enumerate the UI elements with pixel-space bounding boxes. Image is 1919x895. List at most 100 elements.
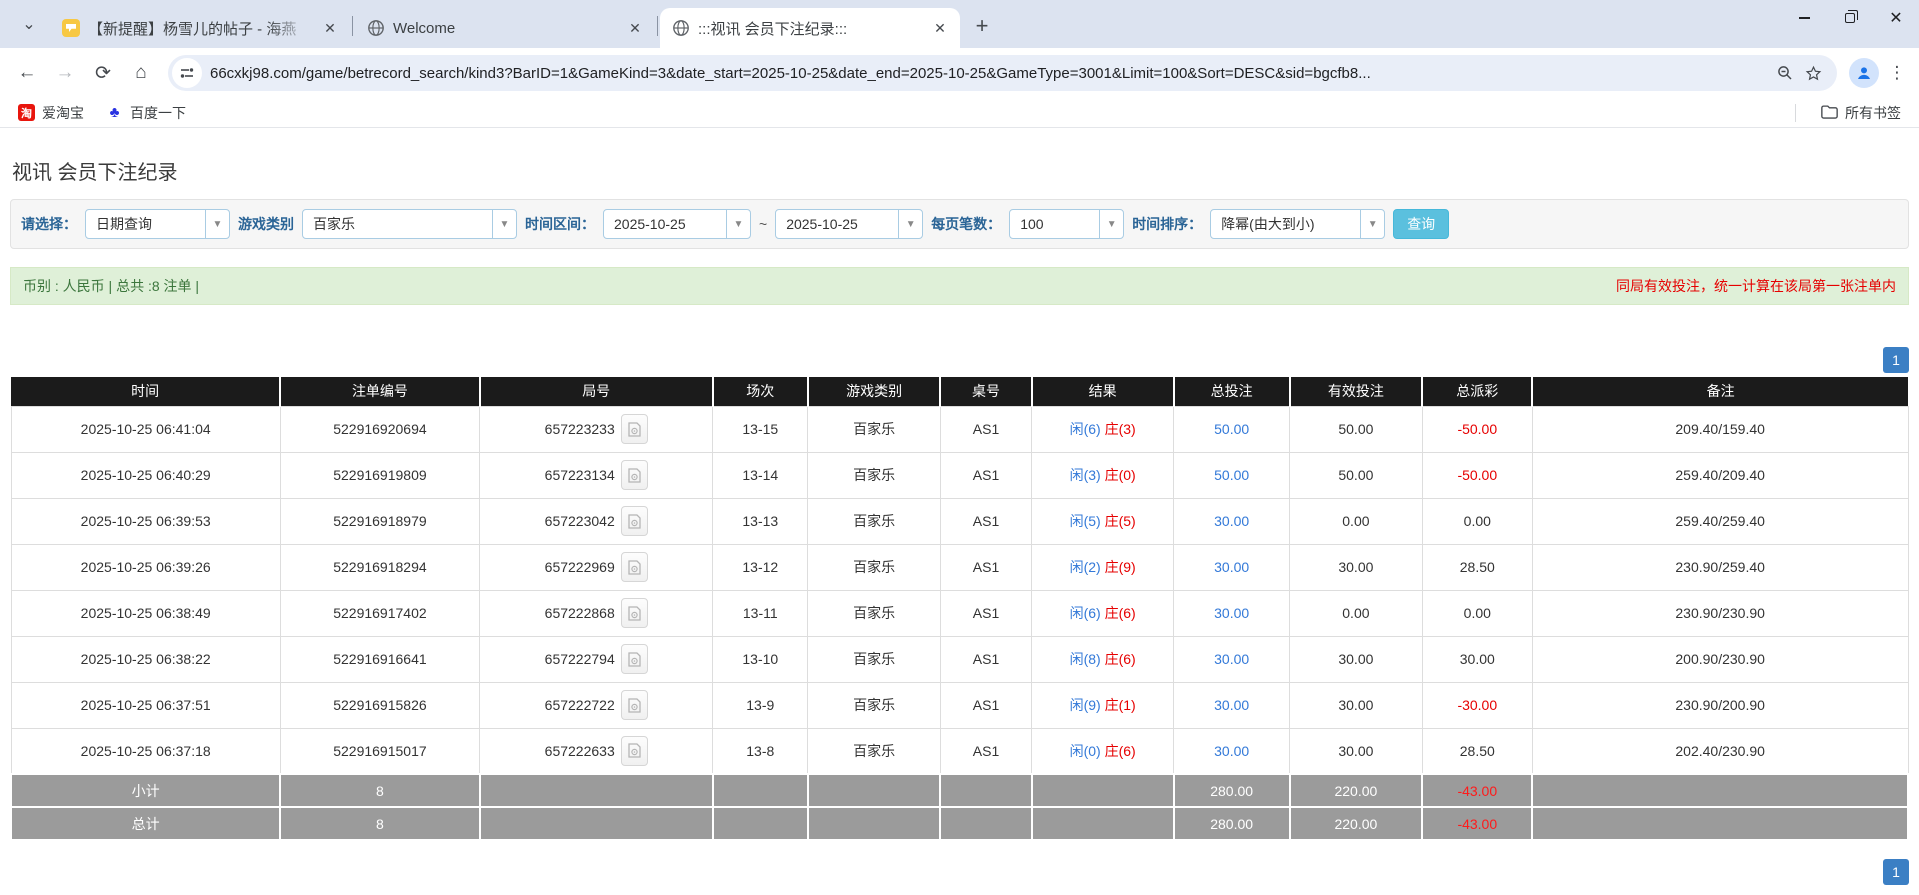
site-info-icon[interactable] <box>172 58 202 88</box>
sort-select[interactable]: 降幂(由大到小) ▼ <box>1210 209 1385 239</box>
film-icon <box>628 422 641 437</box>
date-range-label: 时间区间： <box>525 214 595 234</box>
cell-round: 657222794 <box>480 636 713 682</box>
zoom-icon[interactable] <box>1771 59 1799 87</box>
cell-round: 657222969 <box>480 544 713 590</box>
cell-total-bet: 30.00 <box>1174 590 1290 636</box>
cell-bet-id: 522916916641 <box>280 636 479 682</box>
cell-result: 闲(5) 庄(5) <box>1032 498 1174 544</box>
per-page-select[interactable]: 100 ▼ <box>1009 209 1124 239</box>
round-number: 657222722 <box>545 697 615 713</box>
table-body: 2025-10-25 06:41:04 522916920694 6572232… <box>11 406 1908 840</box>
cell-table: AS1 <box>940 590 1031 636</box>
result-banker: 庄(6) <box>1105 651 1136 667</box>
page-title: 视讯 会员下注纪录 <box>10 128 1909 199</box>
cell-payout: 30.00 <box>1422 636 1532 682</box>
restore-button[interactable] <box>1827 0 1873 36</box>
footer-count: 8 <box>280 774 479 807</box>
browser-tab[interactable]: Welcome ✕ <box>355 8 655 48</box>
query-type-select[interactable]: 日期查询 ▼ <box>85 209 230 239</box>
search-button[interactable]: 查询 <box>1393 209 1449 239</box>
column-header: 时间 <box>11 377 280 406</box>
film-icon <box>628 560 641 575</box>
video-replay-button[interactable] <box>621 598 648 628</box>
cell-time: 2025-10-25 06:39:26 <box>11 544 280 590</box>
cell-valid-bet: 30.00 <box>1290 728 1423 774</box>
cell-valid-bet: 0.00 <box>1290 590 1423 636</box>
video-replay-button[interactable] <box>621 736 648 766</box>
new-tab-button[interactable]: + <box>968 12 996 40</box>
cell-round: 657223233 <box>480 406 713 452</box>
taobao-icon: 淘 <box>18 104 35 121</box>
round-number: 657222969 <box>545 559 615 575</box>
folder-icon <box>1821 105 1838 120</box>
result-player: 闲(0) <box>1070 743 1101 759</box>
film-icon <box>628 468 641 483</box>
pagination-top: 1 <box>10 343 1909 377</box>
cell-game: 百家乐 <box>808 452 941 498</box>
date-end-select[interactable]: 2025-10-25 ▼ <box>775 209 923 239</box>
cell-time: 2025-10-25 06:37:51 <box>11 682 280 728</box>
minimize-button[interactable] <box>1781 0 1827 36</box>
video-replay-button[interactable] <box>621 644 648 674</box>
address-bar[interactable]: 66cxkj98.com/game/betrecord_search/kind3… <box>168 55 1837 91</box>
close-window-button[interactable]: ✕ <box>1873 0 1919 36</box>
cell-round: 657222722 <box>480 682 713 728</box>
bookmark-item[interactable]: ♣百度一下 <box>98 100 194 126</box>
browser-tab[interactable]: :::视讯 会员下注纪录::: ✕ <box>660 8 960 48</box>
cell-session: 13-13 <box>713 498 808 544</box>
bookmark-item[interactable]: 淘爱淘宝 <box>10 100 92 126</box>
sort-label: 时间排序： <box>1132 214 1202 234</box>
date-start-select[interactable]: 2025-10-25 ▼ <box>603 209 751 239</box>
pagination-bottom: 1 <box>10 855 1909 889</box>
cell-result: 闲(3) 庄(0) <box>1032 452 1174 498</box>
column-header: 备注 <box>1532 377 1908 406</box>
chevron-down-icon: ▼ <box>1099 210 1123 238</box>
all-bookmarks-button[interactable]: 所有书签 <box>1813 100 1909 126</box>
browser-menu-icon[interactable]: ⋮ <box>1885 58 1909 88</box>
column-header: 注单编号 <box>280 377 479 406</box>
tab-divider <box>657 16 658 36</box>
cell-session: 13-15 <box>713 406 808 452</box>
cell-note: 230.90/259.40 <box>1532 544 1908 590</box>
cell-total-bet: 30.00 <box>1174 544 1290 590</box>
video-replay-button[interactable] <box>621 690 648 720</box>
video-replay-button[interactable] <box>621 460 648 490</box>
table-row: 2025-10-25 06:37:18 522916915017 6572226… <box>11 728 1908 774</box>
reload-button[interactable]: ⟳ <box>86 56 120 90</box>
home-button[interactable]: ⌂ <box>124 56 158 90</box>
column-header: 桌号 <box>940 377 1031 406</box>
cell-payout: 0.00 <box>1422 498 1532 544</box>
video-replay-button[interactable] <box>621 414 648 444</box>
cell-table: AS1 <box>940 498 1031 544</box>
page-number-button[interactable]: 1 <box>1883 347 1909 373</box>
round-number: 657222794 <box>545 651 615 667</box>
tab-search-chevron-icon[interactable]: ⌄ <box>12 7 46 41</box>
cell-payout: 28.50 <box>1422 544 1532 590</box>
forward-button[interactable]: → <box>48 56 82 90</box>
page-number-button[interactable]: 1 <box>1883 859 1909 885</box>
tab-favicon-icon <box>62 19 80 37</box>
profile-avatar[interactable] <box>1849 58 1879 88</box>
round-number: 657222633 <box>545 743 615 759</box>
video-replay-button[interactable] <box>621 506 648 536</box>
url-text[interactable]: 66cxkj98.com/game/betrecord_search/kind3… <box>210 65 1771 82</box>
tab-close-icon[interactable]: ✕ <box>625 18 645 38</box>
footer-payout: -43.00 <box>1422 807 1532 840</box>
game-type-select[interactable]: 百家乐 ▼ <box>302 209 517 239</box>
cell-note: 230.90/230.90 <box>1532 590 1908 636</box>
tab-close-icon[interactable]: ✕ <box>320 18 340 38</box>
video-replay-button[interactable] <box>621 552 648 582</box>
tab-title: :::视讯 会员下注纪录::: <box>698 18 922 39</box>
cell-table: AS1 <box>940 728 1031 774</box>
chevron-down-icon: ▼ <box>492 210 516 238</box>
column-header: 结果 <box>1032 377 1174 406</box>
browser-tab[interactable]: 【新提醒】杨雪儿的帖子 - 海燕 ✕ <box>50 8 350 48</box>
bookmark-star-icon[interactable] <box>1799 59 1827 87</box>
cell-valid-bet: 30.00 <box>1290 636 1423 682</box>
tab-divider <box>352 16 353 36</box>
tab-close-icon[interactable]: ✕ <box>930 18 950 38</box>
column-header: 总投注 <box>1174 377 1290 406</box>
all-bookmarks-label: 所有书签 <box>1845 103 1901 123</box>
back-button[interactable]: ← <box>10 56 44 90</box>
